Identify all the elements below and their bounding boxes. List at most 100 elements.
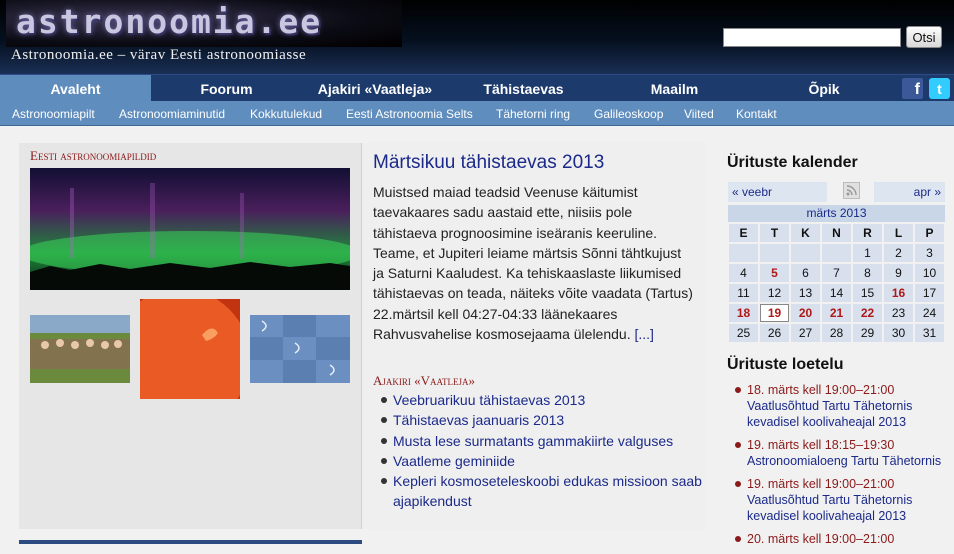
calendar-day: 25: [729, 324, 758, 342]
calendar-day-event-link[interactable]: 5: [760, 264, 789, 282]
magazine-list-item[interactable]: Tähistaevas jaanuaris 2013: [381, 410, 703, 430]
article-title[interactable]: Märtsikuu tähistaevas 2013: [373, 152, 604, 174]
search-input[interactable]: [723, 28, 901, 47]
calendar-day-event-link[interactable]: 21: [822, 304, 851, 322]
calendar-empty-cell: [822, 244, 851, 262]
event-item: 19. märts kell 18:15–19:30 Astronoomialo…: [735, 437, 947, 469]
main-nav-item-avaleht[interactable]: Avaleht: [0, 75, 151, 102]
calendar-day-event-link[interactable]: 16: [884, 284, 913, 302]
calendar-day-event-link[interactable]: 19: [760, 304, 789, 322]
sub-nav-item-kontakt[interactable]: Kontakt: [736, 101, 777, 126]
sub-nav-item-galileoskoop[interactable]: Galileoskoop: [594, 101, 663, 126]
calendar-weekday: L: [884, 224, 913, 242]
gallery-image-aurora[interactable]: [30, 168, 350, 290]
calendar-day: 11: [729, 284, 758, 302]
logo-text: astronoomia.ee: [16, 2, 323, 41]
calendar-day: 30: [884, 324, 913, 342]
calendar-weekday: P: [915, 224, 944, 242]
magazine-list-item[interactable]: Veebruarikuu tähistaevas 2013: [381, 390, 703, 410]
calendar-day: 12: [760, 284, 789, 302]
calendar-day: 14: [822, 284, 851, 302]
gallery-title[interactable]: Eesti astronoomiapildid: [30, 148, 156, 164]
site-logo[interactable]: astronoomia.ee: [6, 0, 402, 47]
calendar-day: 15: [853, 284, 882, 302]
calendar-day: 7: [822, 264, 851, 282]
calendar-day-event-link[interactable]: 22: [853, 304, 882, 322]
calendar-day-event-link[interactable]: 20: [791, 304, 820, 322]
gallery-thumb-group-photo[interactable]: [30, 315, 130, 383]
event-item: 19. märts kell 19:00–21:00 Vaatlusõhtud …: [735, 476, 947, 524]
article-more-link[interactable]: [...]: [634, 326, 653, 342]
calendar-day: 29: [853, 324, 882, 342]
magazine-list: Veebruarikuu tähistaevas 2013 Tähistaeva…: [381, 390, 703, 512]
events-list: 18. märts kell 19:00–21:00 Vaatlusõhtud …: [735, 382, 947, 554]
rss-icon[interactable]: [843, 182, 860, 199]
calendar-weekday: R: [853, 224, 882, 242]
event-time: 19. märts kell 18:15–19:30: [747, 438, 895, 452]
calendar-weekday: T: [760, 224, 789, 242]
calendar-day: 2: [884, 244, 913, 262]
event-item: 18. märts kell 19:00–21:00 Vaatlusõhtud …: [735, 382, 947, 430]
sub-nav-item-astronoomiapilt[interactable]: Astronoomiapilt: [12, 101, 95, 126]
calendar-day: 28: [822, 324, 851, 342]
facebook-icon[interactable]: f: [902, 78, 923, 99]
next-panel-edge: [19, 540, 362, 544]
calendar-day: 24: [915, 304, 944, 322]
calendar-day-event-link[interactable]: 18: [729, 304, 758, 322]
event-title-link[interactable]: Astronoomialoeng Tartu Tähetornis: [747, 453, 947, 469]
calendar-day: 9: [884, 264, 913, 282]
twitter-icon[interactable]: t: [929, 78, 950, 99]
events-heading: Ürituste loetelu: [727, 356, 844, 373]
main-nav-item-maailm[interactable]: Maailm: [599, 75, 750, 102]
calendar-day: 1: [853, 244, 882, 262]
magazine-list-item[interactable]: Musta lese surmatants gammakiirte valgus…: [381, 431, 703, 451]
calendar-prev-month-link[interactable]: « veebr: [728, 182, 827, 202]
sub-nav-item-viited[interactable]: Viited: [684, 101, 714, 126]
gallery-thumb-moon-phases[interactable]: [250, 315, 350, 383]
calendar-empty-cell: [729, 244, 758, 262]
calendar-month-label: märts 2013: [728, 205, 945, 222]
event-title-link[interactable]: Vaatlusõhtud Tartu Tähetornis kevadisel …: [747, 398, 947, 430]
main-nav: Avaleht Foorum Ajakiri «Vaatleja» Tähist…: [0, 74, 954, 102]
main-nav-item-opik[interactable]: Õpik: [750, 75, 898, 102]
magazine-list-item[interactable]: Vaatleme geminiide: [381, 451, 703, 471]
calendar-empty-cell: [791, 244, 820, 262]
event-time: 18. märts kell 19:00–21:00: [747, 383, 895, 397]
event-time: 19. märts kell 19:00–21:00: [747, 477, 895, 491]
calendar-day: 8: [853, 264, 882, 282]
article-body: Muistsed maiad teadsid Veenuse käitumist…: [373, 182, 693, 344]
calendar-weekday: E: [729, 224, 758, 242]
magazine-section-title[interactable]: Ajakiri «Vaatleja»: [373, 373, 475, 389]
calendar-next-month-link[interactable]: apr »: [874, 182, 945, 202]
sub-nav-item-tahetorni-ring[interactable]: Tähetorni ring: [496, 101, 570, 126]
calendar-day: 23: [884, 304, 913, 322]
calendar-day: 27: [791, 324, 820, 342]
sub-nav-item-kokkutulekud[interactable]: Kokkutulekud: [250, 101, 322, 126]
sub-nav-item-astronoomiaminutid[interactable]: Astronoomiaminutid: [119, 101, 225, 126]
sub-nav-item-eesti-astronoomia-selts[interactable]: Eesti Astronoomia Selts: [346, 101, 473, 126]
main-nav-item-vaatleja[interactable]: Ajakiri «Vaatleja»: [302, 75, 448, 102]
event-item: 20. märts kell 19:00–21:00: [735, 531, 947, 547]
calendar-day: 17: [915, 284, 944, 302]
calendar-day: 3: [915, 244, 944, 262]
magazine-list-item[interactable]: Kepleri kosmoseteleskoobi edukas missioo…: [381, 471, 703, 512]
event-time: 20. märts kell 19:00–21:00: [747, 532, 895, 546]
site-header: astronoomia.ee Astronoomia.ee – värav Ee…: [0, 0, 954, 74]
calendar-empty-cell: [760, 244, 789, 262]
calendar-day: 13: [791, 284, 820, 302]
main-nav-item-foorum[interactable]: Foorum: [151, 75, 302, 102]
main-nav-item-tahistaevas[interactable]: Tähistaevas: [448, 75, 599, 102]
search-button[interactable]: Otsi: [906, 26, 942, 48]
calendar-day: 6: [791, 264, 820, 282]
site-tagline: Astronoomia.ee – värav Eesti astronoomia…: [11, 47, 307, 63]
sub-nav: Astronoomiapilt Astronoomiaminutid Kokku…: [0, 101, 954, 126]
article-text: Muistsed maiad teadsid Veenuse käitumist…: [373, 184, 693, 343]
calendar-day: 31: [915, 324, 944, 342]
event-title-link[interactable]: Vaatlusõhtud Tartu Tähetornis kevadisel …: [747, 492, 947, 524]
calendar-grid: E T K N R L P 1 2 3 4 5 6 7 8 9 10 11 12 13 14 15 16 17 18 19 20 21…: [727, 222, 946, 344]
gallery-thumb-sun-photo[interactable]: [140, 299, 240, 399]
calendar-day: 10: [915, 264, 944, 282]
calendar-weekday: K: [791, 224, 820, 242]
calendar-day: 26: [760, 324, 789, 342]
calendar-heading: Ürituste kalender: [727, 154, 858, 171]
